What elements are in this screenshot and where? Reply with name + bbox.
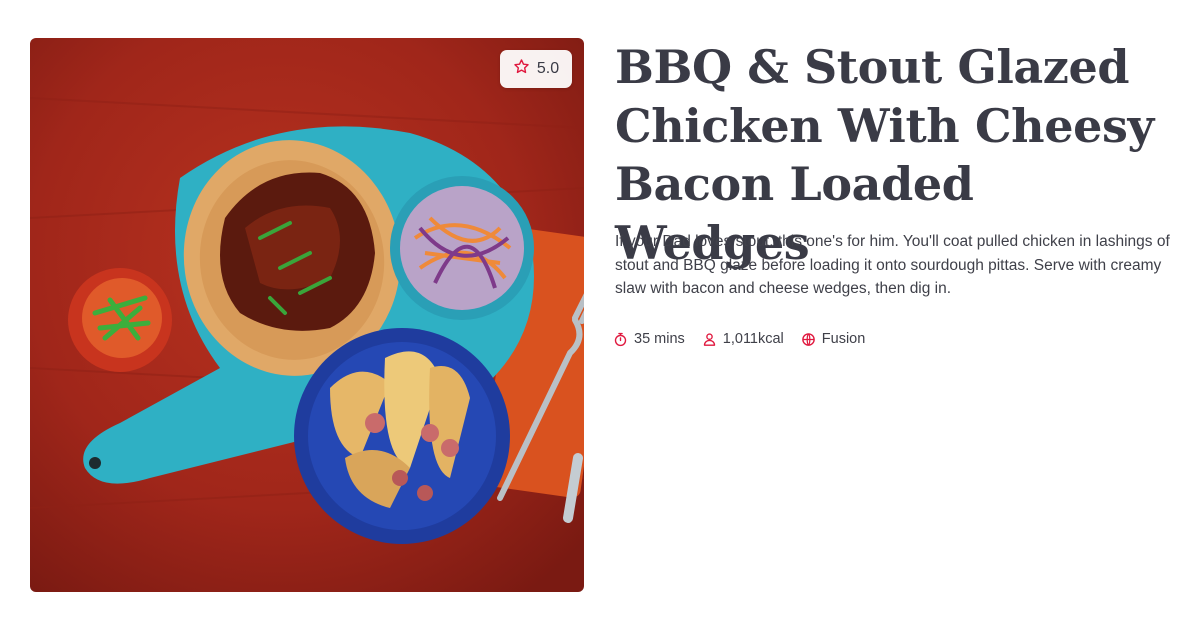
stopwatch-icon [613,332,628,347]
rating-value: 5.0 [536,60,560,77]
meta-cuisine: Fusion [801,331,866,347]
star-outline-icon [513,58,530,80]
recipe-description: If your Dad loves stout, this one's for … [615,233,1170,297]
recipe-photo [30,38,584,592]
rating-badge: 5.0 [500,50,572,88]
recipe-meta: 35 mins 1,011kcal Fusion [613,331,882,347]
meta-calories: 1,011kcal [702,331,784,347]
person-icon [702,332,717,347]
meta-calories-label: 1,011kcal [722,331,784,347]
meta-time: 35 mins [613,331,685,347]
meta-cuisine-label: Fusion [821,331,866,347]
meta-time-label: 35 mins [634,331,685,347]
globe-icon [801,332,816,347]
